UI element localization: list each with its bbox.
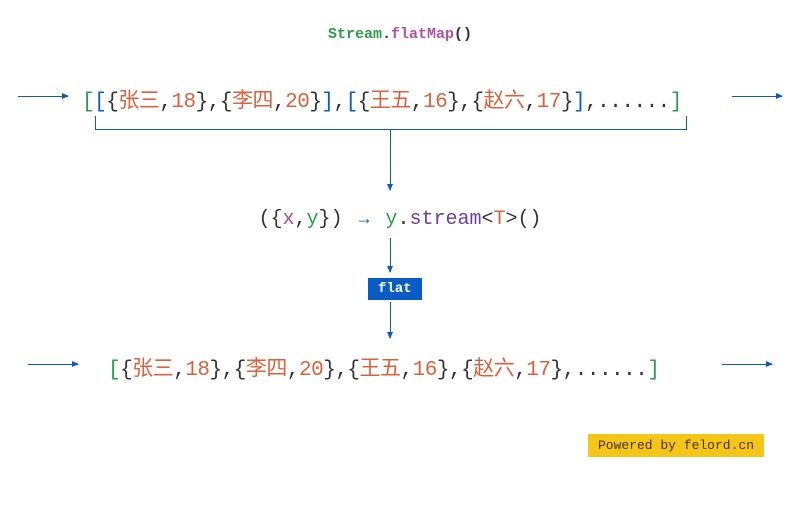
title-method: flatMap bbox=[391, 26, 454, 43]
title-parens: () bbox=[454, 26, 472, 43]
credit-badge: Powered by felord.cn bbox=[588, 434, 764, 457]
flat-operation-label: flat bbox=[368, 278, 422, 300]
lambda-expression: ({x,y}) → y.stream<T>() bbox=[258, 208, 541, 231]
diagram-title: Stream.flatMap() bbox=[328, 26, 472, 43]
arrow-right-icon: → bbox=[355, 210, 374, 230]
output-arrow-right-icon bbox=[722, 364, 772, 365]
collection-bracket-icon bbox=[95, 116, 687, 130]
lambda-param-x: x bbox=[283, 208, 295, 231]
title-dot: . bbox=[382, 26, 391, 43]
input-arrow-left-icon bbox=[18, 96, 68, 97]
flat-stream-output: [{张三,18},{李四,20},{王五,16},{赵六,17},......] bbox=[108, 352, 659, 382]
arrow-down-icon bbox=[390, 130, 391, 190]
title-class: Stream bbox=[328, 26, 382, 43]
arrow-down-icon bbox=[390, 302, 391, 338]
lambda-param-y: y bbox=[307, 208, 319, 231]
input-arrow-right-icon bbox=[732, 96, 782, 97]
output-arrow-left-icon bbox=[28, 364, 78, 365]
nested-stream-input: [[{张三,18},{李四,20}],[{王五,16},{赵六,17}],...… bbox=[82, 84, 682, 114]
arrow-down-icon bbox=[390, 238, 391, 272]
